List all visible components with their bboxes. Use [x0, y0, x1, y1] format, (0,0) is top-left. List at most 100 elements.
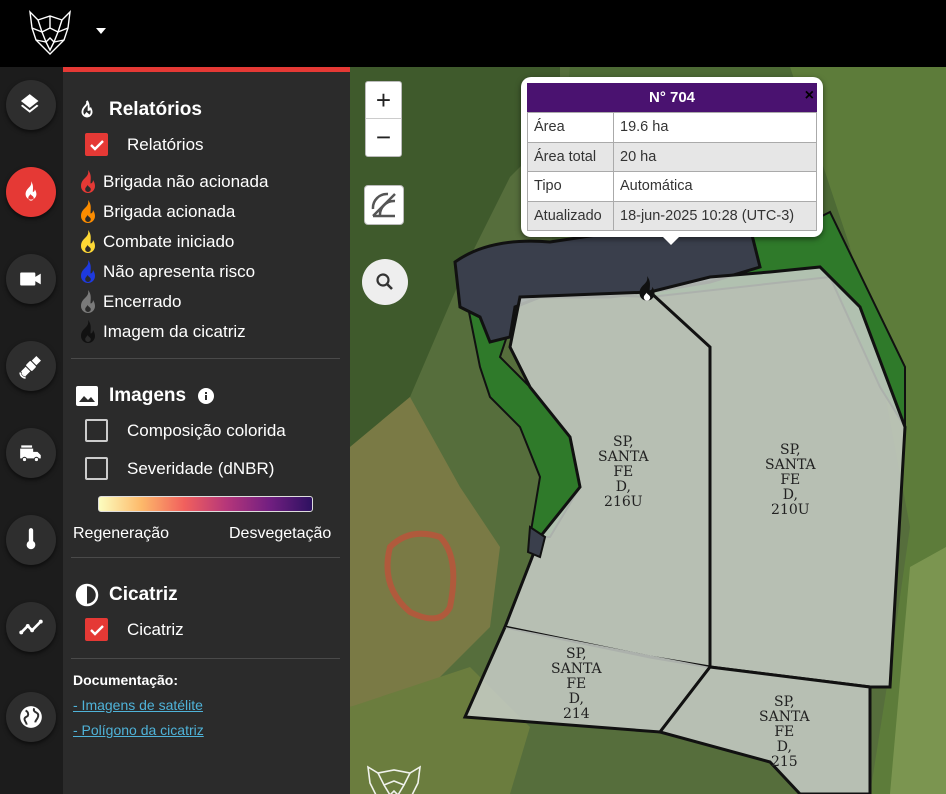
field-label-210u: SP, SANTA FE D, 210U [765, 442, 816, 518]
measure-area-icon [371, 192, 396, 218]
field-label-214: SP, SANTA FE D, 214 [551, 646, 602, 722]
camera-button[interactable] [6, 254, 56, 304]
flame-icon [81, 170, 95, 193]
popup-info-table: Área 19.6 ha Área total 20 ha Tipo Automáti… [527, 112, 817, 231]
cicatriz-title: Cicatriz [109, 584, 178, 605]
fire-marker-icon[interactable] [634, 275, 660, 305]
divider [71, 358, 340, 359]
map-view[interactable]: SP, SANTA FE D, 216U SP, SANTA FE D, 210… [350, 67, 946, 794]
layers-icon [20, 94, 39, 113]
trend-chart-button[interactable] [6, 602, 56, 652]
scale-left-label: Regeneração [73, 525, 170, 542]
zoom-control: + − [365, 81, 402, 157]
legend-label: Não apresenta risco [103, 262, 256, 281]
info-icon[interactable] [198, 388, 215, 404]
fire-reports-button[interactable] [6, 167, 56, 217]
layers-panel: Relatórios Relatórios Brigada não aciona… [63, 67, 350, 794]
half-circle-icon [75, 583, 99, 607]
legend-item: Encerrado [75, 289, 181, 315]
flame-icon [81, 290, 95, 313]
popup-close-button[interactable]: × [805, 87, 814, 105]
legend-label: Encerrado [103, 292, 182, 311]
relatorios-title: Relatórios [109, 99, 202, 120]
popup-pointer [661, 235, 681, 245]
legend-item: Não apresenta risco [75, 259, 255, 285]
legend-label: Brigada acionada [103, 202, 236, 221]
table-row: Área 19.6 ha [527, 112, 817, 143]
severidade-checkbox[interactable]: Severidade (dNBR) [85, 457, 274, 480]
table-row: Tipo Automática [527, 171, 817, 202]
panel-accent-bar [63, 67, 350, 72]
table-row: Área total 20 ha [527, 141, 817, 172]
flame-icon [81, 200, 95, 223]
composicao-colorida-checkbox[interactable]: Composição colorida [85, 419, 286, 442]
satellite-icon [19, 356, 41, 379]
zoom-in-button[interactable]: + [366, 82, 401, 119]
thermometer-icon [26, 528, 36, 550]
legend-item: Combate iniciado [75, 229, 234, 255]
top-bar [0, 0, 946, 67]
area-key: Área [527, 112, 614, 143]
legend-label: Imagem da cicatriz [103, 322, 246, 341]
zoom-out-button[interactable]: − [366, 119, 401, 156]
temperature-button[interactable] [6, 515, 56, 565]
fire-info-popup: N° 704 × Área 19.6 ha Área total 20 ha Tip… [521, 77, 823, 237]
legend-item: Imagem da cicatriz [75, 319, 246, 345]
relatorios-checkbox[interactable]: Relatórios [85, 133, 204, 156]
popup-header: N° 704 × [527, 83, 817, 112]
fire-truck-button[interactable] [6, 428, 56, 478]
relatorios-section-title: Relatórios [75, 98, 202, 122]
updated-value: 18-jun-2025 10:28 (UTC-3) [613, 200, 817, 231]
field-label-216u: SP, SANTA FE D, 216U [598, 434, 649, 510]
imagens-title: Imagens [109, 385, 187, 406]
composicao-colorida-label: Composição colorida [127, 420, 286, 440]
updated-key: Atualizado [527, 200, 614, 231]
satellite-button[interactable] [6, 341, 56, 391]
icon-rail [0, 67, 63, 794]
image-icon [75, 384, 99, 408]
layers-button[interactable] [6, 80, 56, 130]
type-key: Tipo [527, 171, 614, 202]
divider [71, 658, 340, 659]
satellite-images-doc-link[interactable]: - Imagens de satélite [73, 697, 203, 713]
fire-icon [25, 181, 37, 201]
type-value: Automática [613, 171, 817, 202]
jaguar-logo-icon[interactable] [24, 6, 76, 58]
checkbox-checked-icon[interactable] [85, 618, 108, 641]
flame-icon [81, 260, 95, 283]
cicatriz-checkbox[interactable]: Cicatriz [85, 618, 184, 641]
fire-truck-icon [20, 445, 41, 463]
checkbox-unchecked-icon[interactable] [85, 419, 108, 442]
legend-label: Brigada não acionada [103, 172, 269, 191]
legend-item: Brigada não acionada [75, 169, 268, 195]
scar-polygon-doc-link[interactable]: - Polígono da cicatriz [73, 722, 204, 738]
cicatriz-checkbox-label: Cicatriz [127, 619, 184, 639]
flame-icon [81, 320, 95, 343]
globe-button[interactable] [6, 692, 56, 742]
imagens-section-title: Imagens [75, 384, 215, 408]
flame-icon [81, 230, 95, 253]
total-area-key: Área total [527, 141, 614, 172]
cicatriz-section-title: Cicatriz [75, 583, 178, 607]
checkbox-checked-icon[interactable] [85, 133, 108, 156]
divider [71, 557, 340, 558]
field-label-215: SP, SANTA FE D, 215 [759, 694, 810, 770]
fire-outline-icon [75, 98, 99, 122]
severidade-label: Severidade (dNBR) [127, 458, 275, 478]
popup-title: N° 704 [648, 89, 696, 106]
jaguar-watermark-icon [367, 765, 421, 794]
documentation-title: Documentação: [73, 672, 179, 688]
logo-dropdown-icon[interactable] [96, 28, 106, 34]
scale-right-label: Desvegetação [229, 525, 332, 542]
video-camera-icon [20, 272, 41, 286]
severity-color-scale [98, 496, 313, 512]
line-chart-icon [19, 619, 43, 635]
draw-area-button[interactable] [364, 185, 404, 225]
legend-label: Combate iniciado [103, 232, 235, 251]
search-icon [376, 273, 393, 290]
checkbox-unchecked-icon[interactable] [85, 457, 108, 480]
map-search-button[interactable] [362, 259, 408, 305]
globe-icon [20, 706, 42, 728]
legend-item: Brigada acionada [75, 199, 235, 225]
area-value: 19.6 ha [613, 112, 817, 143]
